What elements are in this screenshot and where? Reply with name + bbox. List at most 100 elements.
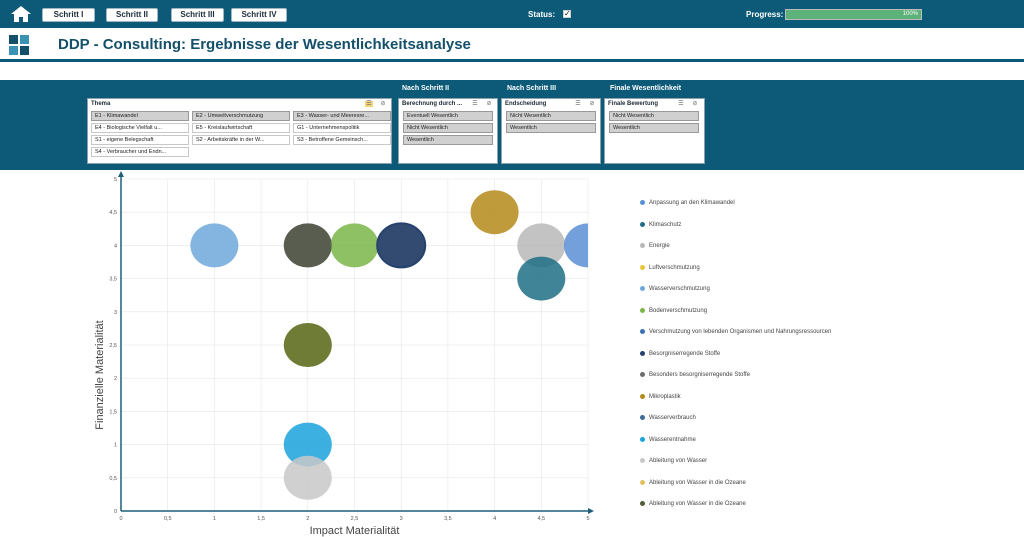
legend-item: Verschmutzung von lebenden Organismen un… — [640, 329, 831, 335]
schritt-3-button[interactable]: Schritt III — [171, 8, 224, 22]
schritt-4-button[interactable]: Schritt IV — [231, 8, 287, 22]
finale-item[interactable]: Nicht Wesentlich — [609, 111, 699, 121]
bubble — [283, 223, 332, 268]
legend-dot-icon — [640, 221, 645, 227]
status-label: Status: — [528, 10, 556, 19]
bubble — [283, 455, 332, 500]
legend-dot-icon — [640, 264, 645, 270]
multi-select-icon[interactable]: ☰ — [365, 101, 373, 107]
multi-select-icon[interactable]: ☰ — [677, 101, 685, 107]
schritt-2-slicer-label: Berechnung durch ... — [402, 101, 463, 107]
legend-label: Besorgniserregende Stoffe — [649, 350, 721, 357]
status-checkbox[interactable]: ✓ — [563, 10, 571, 18]
progress-fill — [786, 10, 921, 19]
clear-filter-icon[interactable]: ⊘ — [691, 101, 699, 107]
legend-dot-icon — [640, 307, 645, 313]
clear-filter-icon[interactable]: ⊘ — [588, 101, 596, 107]
y-tick-label: 1 — [114, 443, 117, 449]
x-axis-label: Impact Materialität — [310, 525, 400, 537]
thema-item[interactable]: E5 - Kreislaufwirtschaft — [192, 123, 290, 133]
clear-filter-icon[interactable]: ⊘ — [379, 101, 387, 107]
y-tick-label: 2 — [114, 376, 117, 382]
thema-item[interactable]: E3 - Wasser- und Meeresre... — [293, 111, 391, 121]
thema-item[interactable]: S3 - Betroffene Gemeinsch... — [293, 135, 391, 145]
legend-item: Luftverschmutzung — [640, 264, 700, 271]
title-divider — [0, 59, 1024, 62]
legend-item: Besorgniserregende Stoffe — [640, 350, 721, 357]
schritt3-item[interactable]: Wesentlich — [506, 123, 596, 133]
y-tick-label: 1,5 — [109, 409, 117, 415]
thema-slicer: Thema ☰ ⊘ E1 - Klimawandel E2 - Umweltver… — [87, 98, 392, 164]
x-axis-arrow — [588, 508, 594, 514]
legend-label: Klimaschutz — [649, 221, 682, 228]
bubble — [283, 323, 332, 367]
x-tick-label: 5 — [586, 516, 589, 522]
legend-item: Besonders besorgniserregende Stoffe — [640, 372, 750, 378]
schritt-1-button[interactable]: Schritt I — [42, 8, 95, 22]
legend-label: Bodenverschmutzung — [649, 307, 708, 314]
legend-dot-icon — [640, 372, 645, 377]
bubble — [564, 223, 588, 268]
legend-dot-icon — [640, 501, 645, 506]
legend-dot-icon — [640, 286, 645, 291]
ddp-logo — [9, 35, 29, 55]
y-tick-label: 3 — [114, 310, 117, 316]
y-axis-label: Finanzielle Materialität — [94, 320, 106, 429]
home-icon[interactable] — [10, 5, 32, 23]
thema-item[interactable]: E1 - Klimawandel — [91, 111, 189, 121]
progress-text: 100% — [902, 11, 918, 17]
legend-item: Wasserentnahme — [640, 436, 696, 443]
legend-label: Wasserentnahme — [649, 436, 696, 443]
bubble — [376, 222, 427, 269]
x-tick-label: 2,5 — [351, 516, 359, 522]
legend-item: Energie — [640, 243, 670, 249]
finale-item[interactable]: Wesentlich — [609, 123, 699, 133]
schritt2-item[interactable]: Wesentlich — [403, 135, 493, 145]
thema-slicer-label: Thema — [91, 101, 111, 107]
heading-finale: Finale Wesentlichkeit — [610, 85, 682, 92]
legend-dot-icon — [640, 350, 645, 356]
legend-label: Luftverschmutzung — [649, 264, 700, 271]
legend-dot-icon — [640, 393, 645, 399]
legend-dot-icon — [640, 458, 645, 463]
y-tick-label: 0,5 — [109, 476, 117, 482]
y-tick-label: 4,5 — [109, 210, 117, 216]
thema-item[interactable]: S1 - eigene Belegschaft — [91, 135, 189, 145]
x-tick-label: 0,5 — [164, 516, 172, 522]
heading-schritt-2: Nach Schritt II — [402, 85, 450, 92]
schritt2-item[interactable]: Nicht Wesentlich — [403, 123, 493, 133]
legend-label: Besonders besorgniserregende Stoffe — [649, 372, 750, 379]
legend-item: Ableitung von Wasser in die Ozeane — [640, 501, 746, 507]
y-tick-label: 3,5 — [109, 277, 117, 283]
thema-item[interactable]: S2 - Arbeitskräfte in der W... — [192, 135, 290, 145]
legend-item: Anpassung an den Klimawandel — [640, 200, 735, 206]
multi-select-icon[interactable]: ☰ — [574, 101, 582, 107]
clear-filter-icon[interactable]: ⊘ — [485, 101, 493, 107]
x-tick-label: 2 — [306, 516, 309, 522]
bubble — [190, 223, 239, 268]
y-tick-label: 0 — [114, 509, 117, 515]
schritt3-item[interactable]: Nicht Wesentlich — [506, 111, 596, 121]
thema-item[interactable]: S4 - Verbraucher und Endn... — [91, 147, 189, 157]
top-bar: Schritt I Schritt II Schritt III Schritt… — [0, 0, 1024, 28]
legend-item: Mikroplastik — [640, 393, 681, 400]
schritt2-item[interactable]: Eventuell Wesentlich — [403, 111, 493, 121]
legend-item: Ableitung von Wasser in die Ozeane — [640, 479, 746, 486]
x-tick-label: 4 — [493, 516, 496, 522]
bubble — [517, 256, 566, 301]
finale-slicer-label: Finale Bewertung — [608, 101, 659, 107]
thema-item[interactable]: E4 - Biologische Vielfalt u... — [91, 123, 189, 133]
y-axis-arrow — [118, 171, 124, 177]
y-tick-label: 2,5 — [109, 343, 117, 349]
schritt-2-button[interactable]: Schritt II — [106, 8, 158, 22]
x-tick-label: 1,5 — [257, 516, 265, 522]
x-tick-label: 0 — [119, 516, 122, 522]
multi-select-icon[interactable]: ☰ — [471, 101, 479, 107]
legend-label: Ableitung von Wasser in die Ozeane — [649, 479, 746, 486]
thema-item[interactable]: E2 - Umweltverschmutzung — [192, 111, 290, 121]
dashboard: Schritt I Schritt II Schritt III Schritt… — [0, 0, 1024, 537]
bubble — [330, 223, 379, 268]
legend-label: Energie — [649, 243, 670, 250]
thema-item[interactable]: G1 - Unternehmenspolitik — [293, 123, 391, 133]
legend-dot-icon — [640, 436, 645, 442]
